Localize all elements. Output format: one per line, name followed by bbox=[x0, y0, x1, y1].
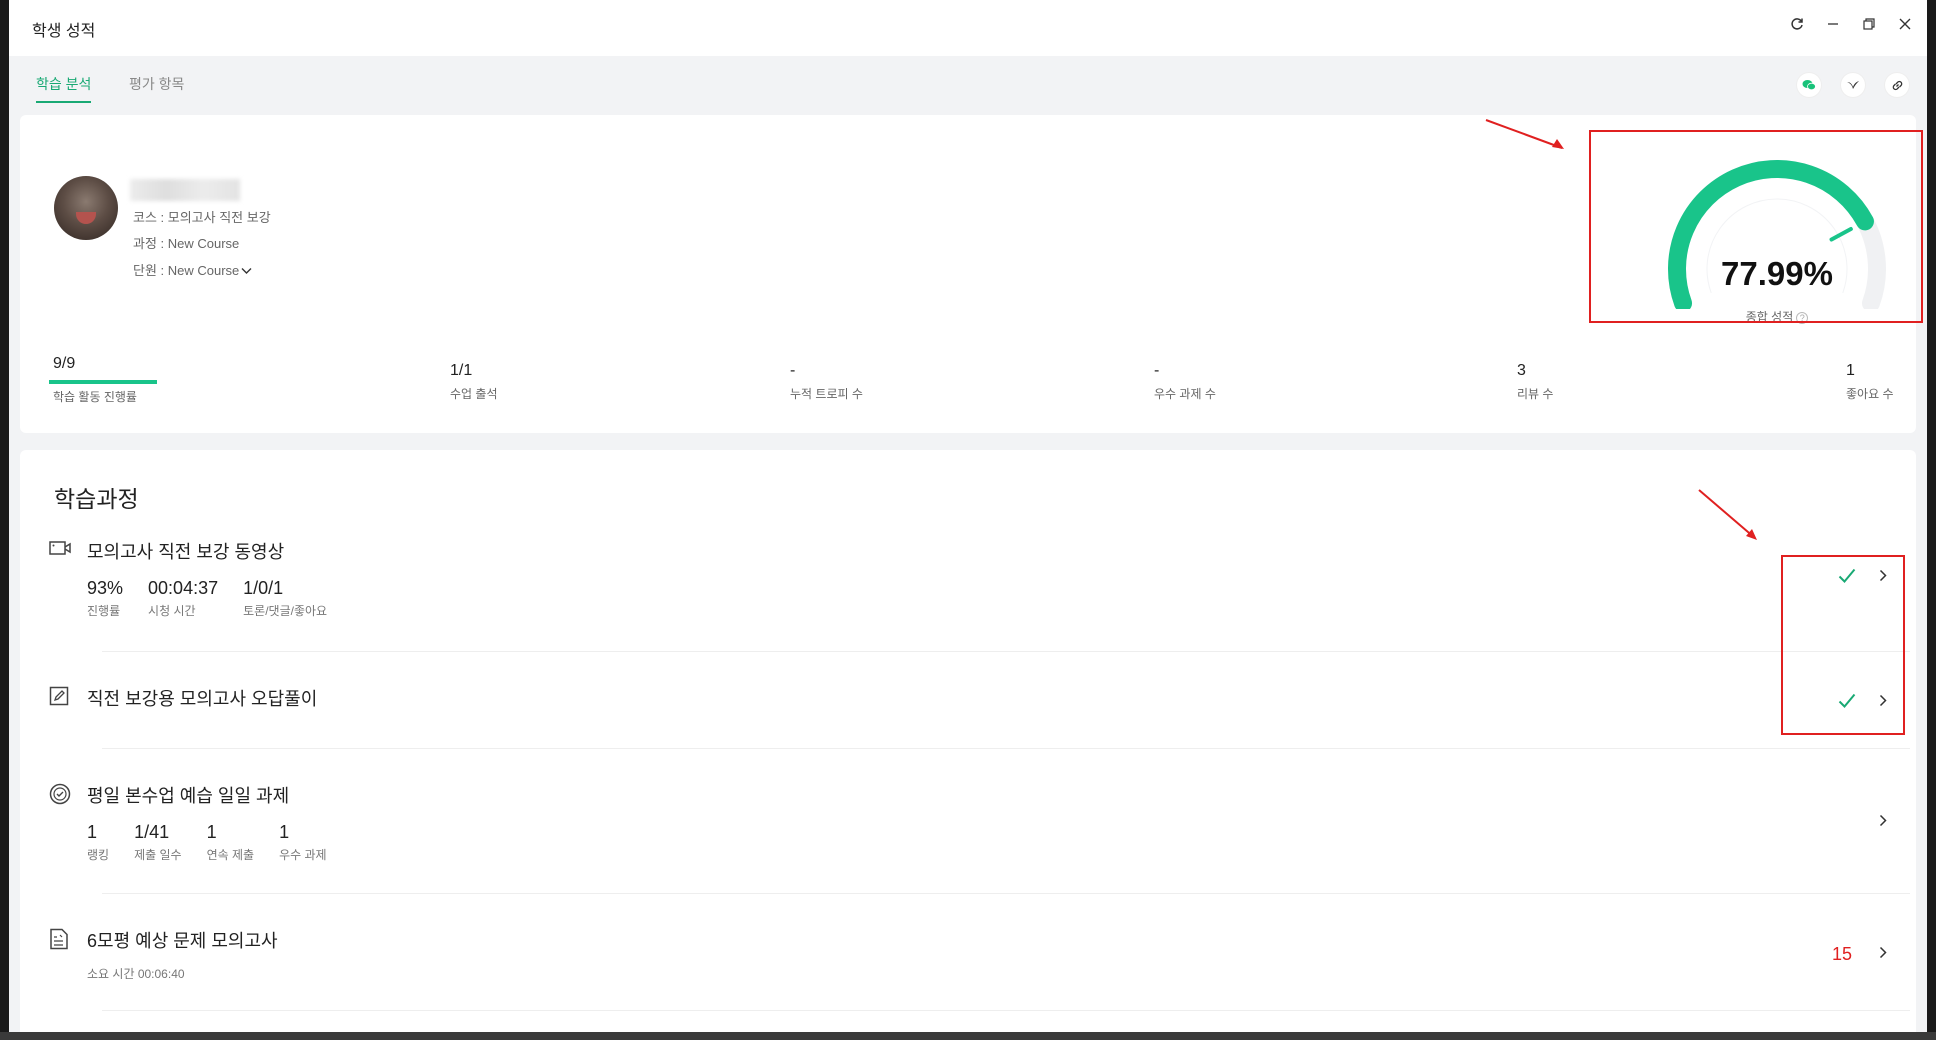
tab-learning-analysis[interactable]: 학습 분석 bbox=[36, 74, 92, 103]
exam-score: 15 bbox=[1832, 944, 1853, 964]
stat-activity-progress: 9/9 학습 활동 진행률 bbox=[53, 355, 137, 405]
link-icon[interactable] bbox=[1885, 73, 1909, 97]
tab-evaluation-items[interactable]: 평가 항목 bbox=[129, 74, 184, 94]
annotation-arrow bbox=[1698, 489, 1757, 540]
course-item-metrics: 1 랭킹 1/41 제출 일수 1 연속 제출 1 우수 과제 bbox=[87, 822, 327, 863]
metric-label: 시청 시간 bbox=[148, 604, 196, 618]
curriculum-info: 과정 : New Course bbox=[133, 236, 240, 251]
taskbar-strip bbox=[0, 1032, 1936, 1040]
annotation-box-status bbox=[1781, 555, 1905, 735]
course-item-title: 직전 보강용 모의고사 오답풀이 bbox=[87, 689, 318, 709]
metric-value: 1 bbox=[87, 822, 98, 842]
metric: 1 랭킹 bbox=[87, 822, 109, 863]
title-bar: 학생 성적 bbox=[9, 0, 1927, 56]
close-icon[interactable] bbox=[1897, 16, 1913, 32]
course-item-title: 모의고사 직전 보강 동영상 bbox=[87, 542, 285, 562]
metric: 1/0/1 토론/댓글/좋아요 bbox=[243, 578, 327, 619]
stat-value: - bbox=[790, 362, 796, 379]
minimize-icon[interactable] bbox=[1825, 16, 1841, 32]
course-item-title: 평일 본수업 예습 일일 과제 bbox=[87, 786, 290, 806]
refresh-icon[interactable] bbox=[1789, 16, 1805, 32]
stat-likes: 1 좋아요 수 bbox=[1846, 362, 1894, 402]
metric-value: 1/41 bbox=[134, 822, 170, 842]
divider bbox=[102, 1010, 1910, 1011]
stat-value: 3 bbox=[1517, 362, 1526, 379]
stat-attendance: 1/1 수업 출석 bbox=[450, 362, 498, 402]
metric-value: 00:04:37 bbox=[148, 578, 219, 598]
annotation-arrow bbox=[1485, 119, 1564, 149]
tab-bar: 학습 분석 평가 항목 bbox=[9, 56, 1927, 114]
stat-label: 우수 과제 수 bbox=[1154, 387, 1216, 401]
divider bbox=[102, 748, 1910, 749]
divider bbox=[102, 651, 1910, 652]
metric: 93% 진행률 bbox=[87, 578, 123, 619]
share-icons bbox=[1797, 73, 1909, 97]
stat-label: 수업 출석 bbox=[450, 387, 498, 401]
metric-value: 1 bbox=[279, 822, 290, 842]
metric-label: 우수 과제 bbox=[279, 848, 327, 862]
course-item-title: 6모평 예상 문제 모의고사 bbox=[87, 931, 278, 951]
elapsed-time: 소요 시간 00:06:40 bbox=[87, 967, 185, 981]
metric-label: 제출 일수 bbox=[134, 848, 182, 862]
metric-label: 연속 제출 bbox=[206, 848, 255, 862]
task-check-icon bbox=[49, 783, 71, 805]
exam-icon bbox=[49, 928, 71, 950]
metric-value: 1/0/1 bbox=[243, 578, 284, 598]
stat-excellent-tasks: - 우수 과제 수 bbox=[1154, 362, 1216, 402]
metric-value: 93% bbox=[87, 578, 124, 598]
course-progress-card: 학습과정 모의고사 직전 보강 동영상 93% 진행률 00:04:37 시청 시간… bbox=[20, 450, 1916, 1032]
metric: 1/41 제출 일수 bbox=[134, 822, 182, 863]
chevron-right-icon[interactable] bbox=[1879, 946, 1887, 964]
stat-label: 학습 활동 진행률 bbox=[53, 390, 137, 404]
stat-label: 좋아요 수 bbox=[1846, 387, 1894, 401]
chevron-right-icon[interactable] bbox=[1879, 814, 1887, 832]
stat-value: - bbox=[1154, 362, 1160, 379]
metric: 1 우수 과제 bbox=[279, 822, 327, 863]
divider bbox=[102, 893, 1910, 894]
edit-icon bbox=[49, 686, 71, 708]
window-controls bbox=[1789, 16, 1913, 32]
restore-icon[interactable] bbox=[1861, 16, 1877, 32]
chevron-down-icon bbox=[241, 266, 252, 278]
metric: 00:04:37 시청 시간 bbox=[148, 578, 218, 619]
app-window: 학생 성적 학습 분석 평가 항목 코스: 모의고사 직전 보강 과정: N… bbox=[9, 0, 1927, 1032]
section-title: 학습과정 bbox=[54, 486, 139, 512]
stat-value: 9/9 bbox=[53, 355, 76, 372]
video-icon bbox=[49, 539, 71, 561]
metric-value: 1 bbox=[206, 822, 217, 842]
bird-share-icon[interactable] bbox=[1841, 73, 1865, 97]
stat-value: 1 bbox=[1846, 362, 1855, 379]
course-info: 코스 : 모의고사 직전 보강 bbox=[133, 210, 271, 225]
unit-info: 단원 : New Course bbox=[133, 263, 240, 278]
avatar bbox=[54, 176, 118, 240]
metric-label: 랭킹 bbox=[87, 848, 110, 862]
course-item-metrics: 93% 진행률 00:04:37 시청 시간 1/0/1 토론/댓글/좋아요 bbox=[87, 578, 327, 619]
wechat-icon[interactable] bbox=[1797, 73, 1821, 97]
stat-label: 누적 트로피 수 bbox=[790, 387, 863, 401]
window-title: 학생 성적 bbox=[32, 23, 96, 40]
metric-label: 토론/댓글/좋아요 bbox=[243, 604, 328, 618]
metric: 1 연속 제출 bbox=[207, 822, 255, 863]
unit-selector[interactable]: 단원 : New Course bbox=[133, 260, 252, 279]
stat-reviews: 3 리뷰 수 bbox=[1517, 362, 1553, 402]
stat-value: 1/1 bbox=[450, 362, 473, 379]
student-name-redacted bbox=[130, 179, 240, 201]
metric-label: 진행률 bbox=[87, 604, 121, 618]
annotation-box-gauge bbox=[1589, 130, 1923, 323]
stat-trophies: - 누적 트로피 수 bbox=[790, 362, 863, 402]
stat-label: 리뷰 수 bbox=[1517, 387, 1554, 401]
